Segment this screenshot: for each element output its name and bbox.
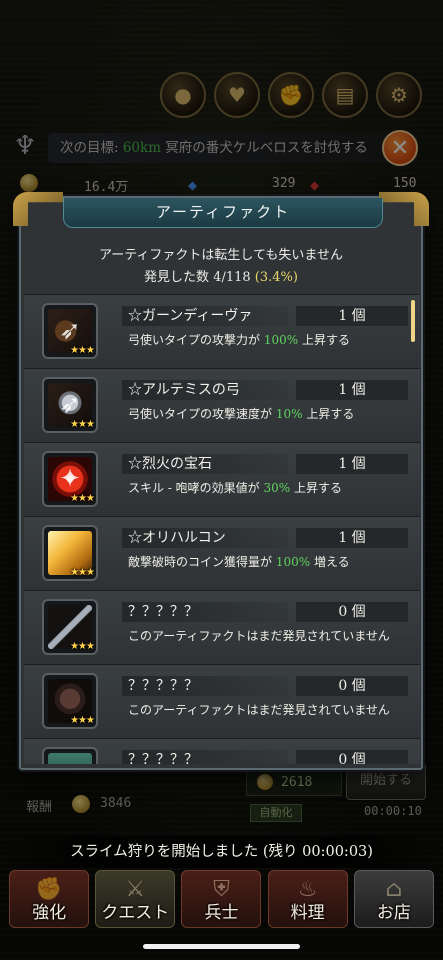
nav-shop[interactable]: ⌂ お店 [353, 870, 434, 928]
artifact-count: 1 個 [296, 528, 408, 548]
nav-label: 料理 [290, 903, 325, 923]
nav-enhance[interactable]: ✊ 強化 [9, 870, 90, 928]
modal-subtitle: アーティファクトは転生しても失いません [98, 248, 343, 263]
scroll-icon [48, 753, 92, 764]
artifact-description: このアーティファクトはまだ発見されていません [128, 703, 390, 717]
artifact-modal: アーティファクト アーティファクトは転生しても失いません 発見した数 4/118… [13, 192, 429, 770]
artifact-row[interactable]: ➶ ★★★ ☆アルテミスの弓 1 個 弓使いタイプの攻撃速度が 10% 上昇する [24, 369, 420, 443]
artifact-name: ？？？？？ [122, 602, 288, 622]
nav-label: お店 [376, 903, 411, 923]
toast-message: スライム狩りを開始しました (残り 00:00:03) [0, 836, 443, 868]
rarity-stars: ★★★ [70, 345, 95, 356]
artifact-name: ☆ガーンディーヴァ [122, 306, 288, 326]
artifact-description: 弓使いタイプの攻撃速度が 10% 上昇する [128, 406, 412, 423]
desc-text: 上昇する [298, 333, 350, 347]
home-indicator[interactable] [143, 944, 300, 949]
desc-text: 敵撃破時のコイン獲得量が [128, 555, 276, 569]
frame-ornament [13, 192, 63, 226]
artifact-row[interactable]: ★★★ ☆オリハルコン 1 個 敵撃破時のコイン獲得量が 100% 増える [24, 517, 420, 591]
artifact-thumbnail: ★★★ [42, 599, 98, 655]
artifact-count: 0 個 [296, 676, 408, 696]
artifact-description: 弓使いタイプの攻撃力が 100% 上昇する [128, 332, 412, 349]
artifact-name: ？？？？？ [122, 750, 288, 764]
artifact-count: 1 個 [296, 454, 408, 474]
nav-cooking[interactable]: ♨ 料理 [267, 870, 348, 928]
nav-label: クエスト [101, 903, 170, 923]
desc-value: 10% [275, 407, 303, 421]
bottom-nav: ✊ 強化 ⚔ クエスト ⛨ 兵士 ♨ 料理 ⌂ お店 [0, 870, 443, 930]
artifact-row[interactable]: ★★★ ？？？？？ 0 個 このアーティファクトはまだ発見されていません [24, 591, 420, 665]
artifact-name: ☆烈火の宝石 [122, 454, 288, 474]
rarity-stars: ★★★ [70, 419, 95, 430]
rarity-stars: ★★★ [70, 715, 95, 726]
artifact-row[interactable]: ✦ ★★★ ☆烈火の宝石 1 個 スキル - 咆哮の効果値が 30% 上昇する [24, 443, 420, 517]
modal-title: アーティファクト [63, 198, 383, 228]
desc-text: 増える [310, 555, 350, 569]
desc-text: スキル - 咆哮の効果値が [128, 481, 264, 495]
artifact-row[interactable]: ？？？？？ 0 個 [24, 739, 420, 764]
desc-text: 弓使いタイプの攻撃力が [128, 333, 264, 347]
list-scrollbar[interactable] [411, 300, 415, 342]
artifact-description: 敵撃破時のコイン獲得量が 100% 増える [128, 554, 412, 571]
found-count: 発見した数 4/118 (3.4%) [21, 266, 421, 285]
desc-text: 上昇する [290, 481, 342, 495]
nav-quest[interactable]: ⚔ クエスト [95, 870, 176, 928]
artifact-thumbnail: ✦ ★★★ [42, 451, 98, 507]
artifact-count: 0 個 [296, 602, 408, 622]
rarity-stars: ★★★ [70, 567, 95, 578]
artifact-thumbnail: ★★★ [42, 525, 98, 581]
found-value: 4/118 [213, 270, 251, 285]
artifact-thumbnail: ➶ ★★★ [42, 377, 98, 433]
desc-value: 100% [263, 333, 299, 347]
artifact-row[interactable]: ➶ ★★★ ☆ガーンディーヴァ 1 個 弓使いタイプの攻撃力が 100% 上昇する [24, 295, 420, 369]
desc-value: 30% [263, 481, 291, 495]
rarity-stars: ★★★ [70, 493, 95, 504]
artifact-count: 1 個 [296, 306, 408, 326]
desc-text: 弓使いタイプの攻撃速度が [128, 407, 276, 421]
artifact-thumbnail: ★★★ [42, 673, 98, 729]
found-percent: (3.4%) [254, 270, 298, 285]
artifact-name: ？？？？？ [122, 676, 288, 696]
artifact-description: このアーティファクトはまだ発見されていません [128, 629, 390, 643]
found-label: 発見した数 [144, 270, 214, 285]
frame-ornament [379, 192, 429, 226]
artifact-count: 0 個 [296, 750, 408, 764]
artifact-thumbnail [42, 747, 98, 764]
artifact-name: ☆アルテミスの弓 [122, 380, 288, 400]
nav-label: 強化 [32, 903, 67, 923]
artifact-name: ☆オリハルコン [122, 528, 288, 548]
artifact-count: 1 個 [296, 380, 408, 400]
nav-soldier[interactable]: ⛨ 兵士 [181, 870, 262, 928]
artifact-row[interactable]: ★★★ ？？？？？ 0 個 このアーティファクトはまだ発見されていません [24, 665, 420, 739]
nav-label: 兵士 [204, 903, 239, 923]
artifact-list[interactable]: ➶ ★★★ ☆ガーンディーヴァ 1 個 弓使いタイプの攻撃力が 100% 上昇する… [24, 294, 420, 764]
artifact-thumbnail: ➶ ★★★ [42, 303, 98, 359]
desc-value: 100% [275, 555, 311, 569]
artifact-description: スキル - 咆哮の効果値が 30% 上昇する [128, 480, 412, 497]
rarity-stars: ★★★ [70, 641, 95, 652]
desc-text: 上昇する [302, 407, 355, 421]
